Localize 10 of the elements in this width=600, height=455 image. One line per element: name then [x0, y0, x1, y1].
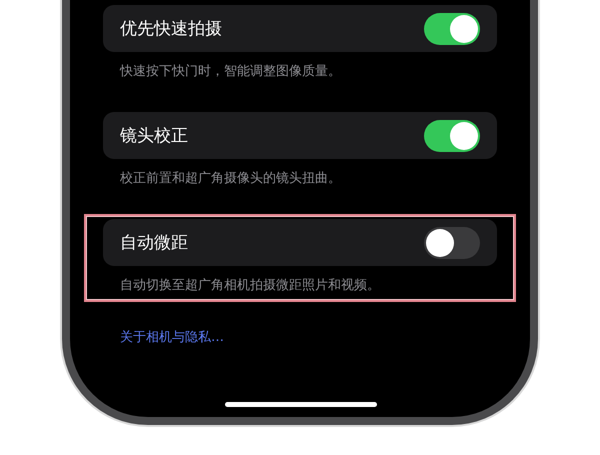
setting-description: 快速按下快门时，智能调整图像质量。 [120, 64, 342, 80]
setting-label: 自动微距 [120, 232, 188, 254]
toggle-switch[interactable] [424, 120, 480, 152]
setting-description: 校正前置和超广角摄像头的镜头扭曲。 [120, 171, 342, 187]
setting-label: 优先快速拍摄 [120, 18, 222, 40]
setting-description: 自动切换至超广角相机拍摄微距照片和视频。 [120, 278, 381, 294]
setting-label: 镜头校正 [120, 125, 188, 147]
toggle-switch[interactable] [424, 226, 480, 258]
toggle-switch[interactable] [424, 12, 480, 44]
privacy-link[interactable]: 关于相机与隐私… [120, 328, 224, 346]
